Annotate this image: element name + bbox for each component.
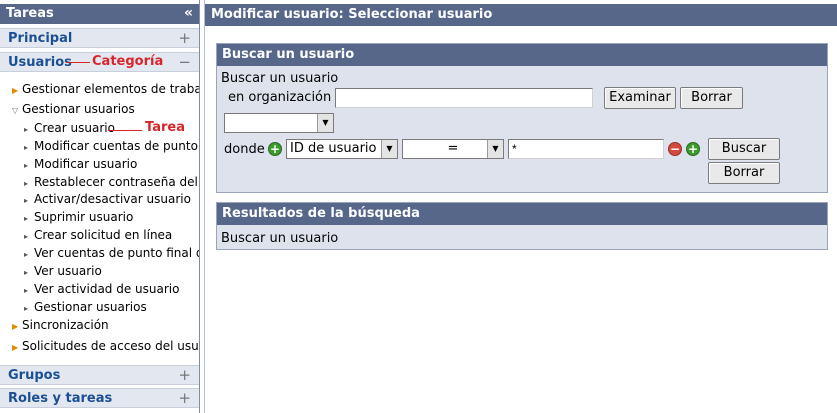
expand-icon[interactable]: + bbox=[178, 389, 191, 407]
add-condition-icon[interactable]: + bbox=[268, 142, 282, 156]
dropdown-arrow-icon: ▼ bbox=[487, 140, 503, 158]
annotation-line bbox=[108, 130, 142, 131]
collapse-icon[interactable]: « bbox=[184, 5, 193, 21]
search-label: Buscar un usuario bbox=[221, 71, 339, 86]
search-value-input[interactable] bbox=[508, 139, 664, 159]
add-condition-icon[interactable]: + bbox=[686, 142, 700, 156]
buscar-button[interactable]: Buscar bbox=[708, 138, 780, 160]
expand-icon[interactable]: + bbox=[178, 29, 191, 47]
operator-select[interactable]: = ▼ bbox=[402, 139, 504, 159]
tree-item[interactable]: ▽ Gestionar usuarios bbox=[12, 100, 135, 118]
tree-item[interactable]: ▸ Crear solicitud en línea bbox=[24, 226, 172, 244]
tree-item[interactable]: ▶ Gestionar elementos de trabajo bbox=[12, 80, 199, 98]
tree-item[interactable]: ▸ Activar/desactivar usuario bbox=[24, 190, 191, 208]
sidebar-title: Tareas bbox=[6, 6, 54, 21]
tree-item[interactable]: ▸Ver cuentas de punto final del usuario bbox=[24, 244, 199, 262]
caret-right-icon[interactable]: ▶ bbox=[12, 82, 22, 100]
results-panel: Resultados de la búsqueda Buscar un usua… bbox=[216, 202, 828, 250]
sidebar-title-bar: Tareas « bbox=[0, 4, 199, 24]
results-panel-header: Resultados de la búsqueda bbox=[217, 203, 827, 225]
dropdown-arrow-icon: ▼ bbox=[381, 140, 397, 158]
search-panel: Buscar un usuario Buscar un usuario en o… bbox=[216, 43, 828, 193]
tree-item[interactable]: ▸Restablecer contraseña del usuario bbox=[24, 173, 199, 191]
scope-select[interactable]: ▼ bbox=[224, 113, 334, 133]
page-title: Modificar usuario: Seleccionar usuario bbox=[205, 4, 837, 26]
main-pane: Modificar usuario: Seleccionar usuario B… bbox=[204, 0, 837, 413]
examinar-button[interactable]: Examinar bbox=[604, 87, 676, 109]
attribute-select[interactable]: ID de usuario ▼ bbox=[286, 139, 398, 159]
dropdown-arrow-icon: ▼ bbox=[317, 114, 333, 132]
tree-item[interactable]: ▸ Suprimir usuario bbox=[24, 208, 133, 226]
category-grupos[interactable]: Grupos + bbox=[0, 365, 199, 385]
caret-down-icon[interactable]: ▽ bbox=[12, 102, 22, 120]
search-panel-header: Buscar un usuario bbox=[217, 44, 827, 66]
tree-item[interactable]: ▸ Modificar usuario bbox=[24, 155, 137, 173]
org-label: en organización bbox=[228, 90, 332, 105]
organization-input[interactable] bbox=[335, 88, 593, 108]
tree-item[interactable]: ▸ Ver actividad de usuario bbox=[24, 280, 179, 298]
borrar-org-button[interactable]: Borrar bbox=[680, 87, 743, 109]
category-roles-y-tareas[interactable]: Roles y tareas + bbox=[0, 388, 199, 408]
category-principal[interactable]: Principal + bbox=[0, 28, 199, 48]
tree-item[interactable]: ▶ Sincronización bbox=[12, 316, 109, 334]
results-text: Buscar un usuario bbox=[221, 231, 339, 246]
tree-item[interactable]: ▸ Ver usuario bbox=[24, 262, 102, 280]
annotation-categoria: Categoría bbox=[92, 54, 164, 69]
remove-condition-icon[interactable]: − bbox=[668, 142, 682, 156]
collapse-category-icon[interactable]: − bbox=[178, 53, 191, 71]
annotation-line bbox=[66, 62, 90, 63]
caret-right-icon[interactable]: ▶ bbox=[12, 339, 22, 357]
donde-label: donde bbox=[224, 142, 265, 157]
category-label: Principal bbox=[8, 31, 73, 46]
tree-item-crear-usuario[interactable]: ▸ Crear usuario bbox=[24, 119, 115, 137]
expand-icon[interactable]: + bbox=[178, 366, 191, 384]
category-label: Grupos bbox=[8, 368, 61, 383]
category-label: Roles y tareas bbox=[8, 391, 113, 406]
tree-item[interactable]: ▸ Gestionar usuarios bbox=[24, 298, 147, 316]
category-label: Usuarios bbox=[8, 55, 72, 70]
annotation-tarea: Tarea bbox=[145, 120, 185, 135]
tree-item[interactable]: ▶Solicitudes de acceso del usuario bbox=[12, 337, 199, 355]
caret-right-icon[interactable]: ▶ bbox=[12, 318, 22, 336]
borrar-button[interactable]: Borrar bbox=[708, 162, 780, 184]
task-sidebar: Tareas « Principal + Usuarios − Categorí… bbox=[0, 0, 200, 413]
tree-item[interactable]: ▸Modificar cuentas de punto final bbox=[24, 137, 199, 155]
